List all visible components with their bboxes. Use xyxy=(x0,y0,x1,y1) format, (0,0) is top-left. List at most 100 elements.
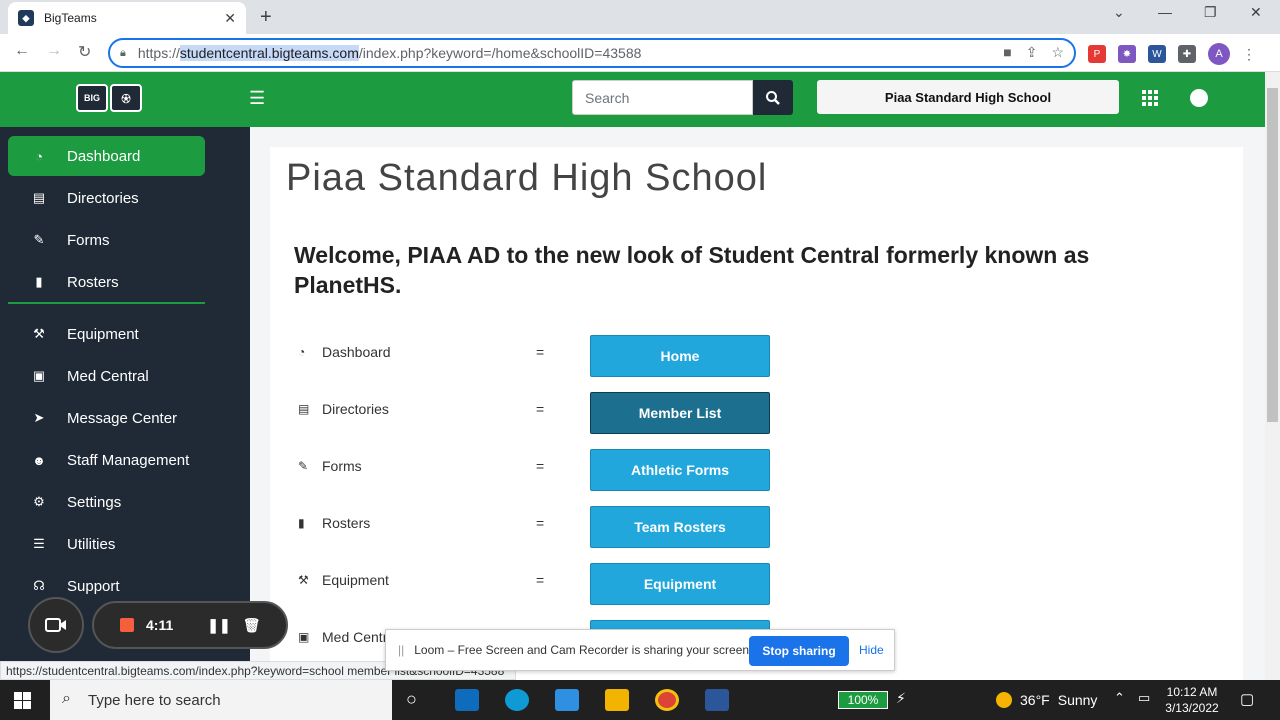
sidebar-item-label: Dashboard xyxy=(67,147,141,165)
profile-avatar[interactable]: A xyxy=(1208,43,1230,65)
sidebar-item-label: Settings xyxy=(67,493,122,511)
sidebar-item-dashboard[interactable]: ◔ Dashboard xyxy=(8,136,205,176)
row-label-equipment: ⚒ Equipment xyxy=(298,572,389,588)
row-label-dashboard: ◔ Dashboard xyxy=(298,344,391,360)
sidebar-item-equipment[interactable]: ⚒ Equipment xyxy=(8,314,205,354)
new-tab-icon[interactable]: + xyxy=(260,6,272,29)
windows-start-icon[interactable] xyxy=(14,692,31,709)
row-label-text: Directories xyxy=(322,401,389,417)
screen-share-bar: || Loom – Free Screen and Cam Recorder i… xyxy=(385,629,895,671)
medical-monitor-icon: ▣ xyxy=(32,368,46,383)
home-button[interactable]: Home xyxy=(590,335,770,377)
browser-tab[interactable]: ◆ BigTeams ✕ xyxy=(8,2,246,34)
word-app-icon[interactable] xyxy=(705,689,729,711)
clipboard-icon: ▮ xyxy=(298,516,305,530)
reload-icon[interactable]: ↻ xyxy=(78,42,91,62)
cortana-icon[interactable]: ○ xyxy=(406,689,417,710)
sidebar-divider xyxy=(8,302,205,304)
gear-icon: ⚙ xyxy=(33,494,45,509)
notification-icon[interactable]: ▢ xyxy=(1240,690,1254,708)
back-icon[interactable]: ← xyxy=(14,42,30,60)
equals-sign: = xyxy=(536,401,545,417)
file-explorer-icon[interactable] xyxy=(605,689,629,711)
school-selector-button[interactable]: Piaa Standard High School xyxy=(817,80,1119,114)
loom-recording-controls: 4:11 ❚❚ 🗑︎ xyxy=(92,601,288,649)
sidebar-item-directories[interactable]: ▤ Directories xyxy=(8,178,205,218)
sidebar-item-staff-management[interactable]: ☻ Staff Management xyxy=(8,440,205,480)
logo-ball-icon: ⚽︎ xyxy=(110,84,142,112)
share-icon[interactable]: ⇪ xyxy=(1026,44,1038,61)
pdf-extension-icon[interactable]: P xyxy=(1088,45,1106,63)
share-message: Loom – Free Screen and Cam Recorder is s… xyxy=(414,643,753,657)
sidebar-item-med-central[interactable]: ▣ Med Central xyxy=(8,356,205,396)
close-tab-icon[interactable]: ✕ xyxy=(224,10,236,27)
form-edit-icon: ✎ xyxy=(33,232,45,247)
word-extension-icon[interactable]: W xyxy=(1148,45,1166,63)
stop-sharing-button[interactable]: Stop sharing xyxy=(749,636,849,666)
search-button[interactable] xyxy=(753,80,793,115)
equals-sign: = xyxy=(536,458,545,474)
network-icon[interactable]: ▭ xyxy=(1138,690,1150,706)
users-icon: ☻ xyxy=(32,452,46,468)
weather-widget[interactable]: 36°F Sunny xyxy=(996,692,1097,708)
sidebar-item-support[interactable]: ☊ Support xyxy=(8,566,205,606)
sidebar-item-label: Message Center xyxy=(67,409,178,427)
drag-handle-icon[interactable]: || xyxy=(398,643,404,657)
gauge-icon: ◔ xyxy=(298,345,306,359)
loom-camera-toggle[interactable] xyxy=(28,597,84,653)
minimize-icon[interactable]: — xyxy=(1158,4,1172,20)
taskbar-clock[interactable]: 10:12 AM 3/13/2022 xyxy=(1160,684,1224,716)
extensions-puzzle-icon[interactable]: ✚ xyxy=(1178,45,1196,63)
trash-icon[interactable]: 🗑︎ xyxy=(243,617,261,634)
sidebar-item-label: Med Central xyxy=(67,367,149,385)
edge-browser-icon[interactable] xyxy=(505,689,529,711)
equals-sign: = xyxy=(536,344,545,360)
row-label-text: Rosters xyxy=(322,515,371,531)
windows-taskbar: Type here to search ⌕ ○ 100% ⚡︎ 36°F Sun… xyxy=(0,680,1280,720)
hamburger-menu-icon[interactable]: ☰ xyxy=(249,88,265,109)
browser-menu-icon[interactable]: ⋮ xyxy=(1242,46,1256,63)
chrome-app-icon[interactable] xyxy=(655,689,679,711)
camera-icon[interactable]: ■ xyxy=(1003,44,1011,61)
member-list-button[interactable]: Member List xyxy=(590,392,770,434)
address-bar[interactable]: 🔒︎ https://studentcentral.bigteams.com/i… xyxy=(108,38,1076,68)
row-label-text: Forms xyxy=(322,458,362,474)
sidebar-item-utilities[interactable]: ☰ Utilities xyxy=(8,524,205,564)
sidebar-item-settings[interactable]: ⚙ Settings xyxy=(8,482,205,522)
apps-grid-icon[interactable] xyxy=(1142,90,1158,106)
pause-icon[interactable]: ❚❚ xyxy=(207,617,230,634)
page-title: Piaa Standard High School xyxy=(286,157,768,199)
restore-icon[interactable]: ❐ xyxy=(1204,4,1217,21)
search-icon xyxy=(766,90,780,105)
sidebar-item-forms[interactable]: ✎ Forms xyxy=(8,220,205,260)
user-account-icon[interactable] xyxy=(1190,89,1208,107)
store-app-icon[interactable] xyxy=(555,689,579,711)
team-rosters-button[interactable]: Team Rosters xyxy=(590,506,770,548)
forward-icon[interactable]: → xyxy=(46,42,62,60)
mail-app-icon[interactable] xyxy=(455,689,479,711)
sidebar-item-message-center[interactable]: ➤ Message Center xyxy=(8,398,205,438)
chevron-up-icon[interactable]: ⌃ xyxy=(1114,690,1125,706)
header-search-input[interactable]: Search xyxy=(572,80,753,115)
bigteams-logo[interactable]: BIG ⚽︎ xyxy=(76,84,142,112)
equipment-button[interactable]: Equipment xyxy=(590,563,770,605)
close-window-icon[interactable]: ✕ xyxy=(1250,4,1262,21)
scroll-thumb[interactable] xyxy=(1267,88,1278,422)
gauge-icon: ◔ xyxy=(35,148,43,164)
loom-extension-icon[interactable]: ✸ xyxy=(1118,45,1136,63)
logo-big-text: BIG xyxy=(76,84,108,112)
row-label-directories: ▤ Directories xyxy=(298,401,389,417)
tab-search-icon[interactable]: ⌄ xyxy=(1113,4,1125,21)
page-scrollbar[interactable] xyxy=(1265,72,1280,680)
stop-recording-icon[interactable] xyxy=(120,618,134,632)
browser-toolbar: ← → ↻ 🔒︎ https://studentcentral.bigteams… xyxy=(0,34,1280,72)
equals-sign: = xyxy=(536,515,545,531)
hide-button[interactable]: Hide xyxy=(859,643,884,657)
sidebar-item-rosters[interactable]: ▮ Rosters xyxy=(8,262,205,302)
temperature: 36°F xyxy=(1020,692,1050,708)
battery-indicator[interactable]: 100% xyxy=(838,691,888,709)
lock-icon[interactable]: 🔒︎ xyxy=(120,47,126,60)
taskbar-search-input[interactable]: Type here to search xyxy=(50,680,392,720)
bookmark-star-icon[interactable]: ☆ xyxy=(1051,44,1064,61)
athletic-forms-button[interactable]: Athletic Forms xyxy=(590,449,770,491)
